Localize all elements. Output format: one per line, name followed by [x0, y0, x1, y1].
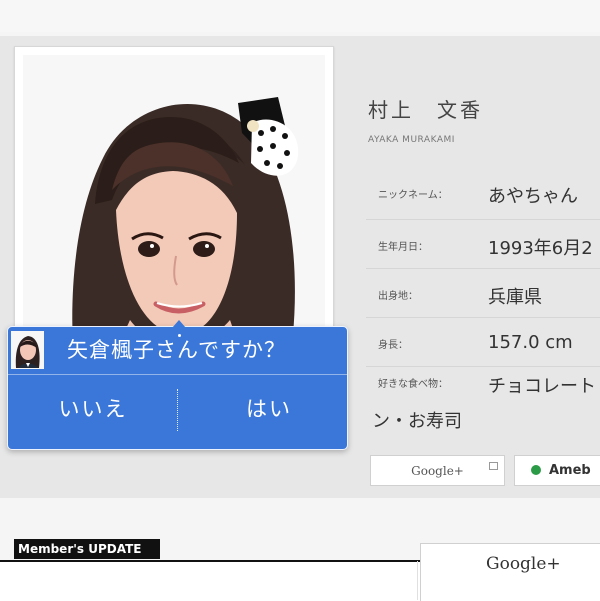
- favorite-food-continuation: ン・お寿司: [372, 411, 462, 432]
- ameba-share-label: Ameb: [549, 463, 591, 478]
- favorite-food-label: 好きな食べ物：: [378, 379, 448, 390]
- google-plus-feed-label: Google+: [486, 554, 561, 574]
- yes-button[interactable]: はい: [194, 385, 344, 433]
- feed-divider: [417, 561, 418, 600]
- no-button[interactable]: いいえ: [18, 385, 168, 433]
- google-plus-share-button[interactable]: Google+: [370, 455, 505, 486]
- google-plus-label: Google+: [411, 464, 464, 478]
- profile-detail-favorite-food: 好きな食べ物： チョコレート ン・お寿司: [366, 367, 600, 433]
- avatar-person-icon: [11, 331, 44, 369]
- dialog-horizontal-divider: [8, 374, 347, 375]
- suggested-person-avatar: [11, 331, 44, 369]
- birthplace-label: 出身地：: [378, 291, 418, 302]
- google-plus-feed-card[interactable]: Google+: [420, 543, 600, 601]
- height-label: 身長：: [378, 340, 408, 351]
- member-update-badge: Member's UPDATE: [14, 539, 160, 559]
- member-name-japanese: 村上 文香: [368, 98, 483, 122]
- birthday-value: 1993年6月2: [488, 238, 593, 259]
- height-value: 157.0 cm: [488, 332, 573, 353]
- nickname-label: ニックネーム：: [378, 190, 448, 201]
- birthplace-value: 兵庫県: [488, 287, 542, 308]
- dialog-vertical-divider: [177, 389, 178, 431]
- profile-detail-birthplace: 出身地： 兵庫県: [366, 269, 600, 318]
- dialog-question: 矢倉楓子さんですか？: [67, 338, 286, 362]
- dialog-pointer: [172, 320, 186, 328]
- profile-detail-birthday: 生年月日： 1993年6月2: [366, 220, 600, 269]
- birthday-label: 生年月日：: [378, 242, 428, 253]
- profile-detail-height: 身長： 157.0 cm: [366, 318, 600, 367]
- member-update-feed: [0, 560, 420, 601]
- member-name-english: AYAKA MURAKAMI: [368, 135, 455, 145]
- nickname-value: あやちゃん: [488, 186, 578, 207]
- member-update-divider: [0, 560, 420, 562]
- favorite-food-value: チョコレート: [488, 376, 596, 397]
- ameba-icon: [531, 465, 541, 475]
- top-strip: [0, 0, 600, 32]
- face-recognition-dialog: 矢倉楓子さんですか？ いいえ はい: [7, 320, 348, 450]
- profile-detail-nickname: ニックネーム： あやちゃん: [366, 168, 600, 220]
- profile-details: ニックネーム： あやちゃん 生年月日： 1993年6月2 出身地： 兵庫県 身長…: [366, 168, 600, 433]
- ameba-share-button[interactable]: Ameb: [514, 455, 600, 486]
- external-window-icon: [489, 462, 498, 470]
